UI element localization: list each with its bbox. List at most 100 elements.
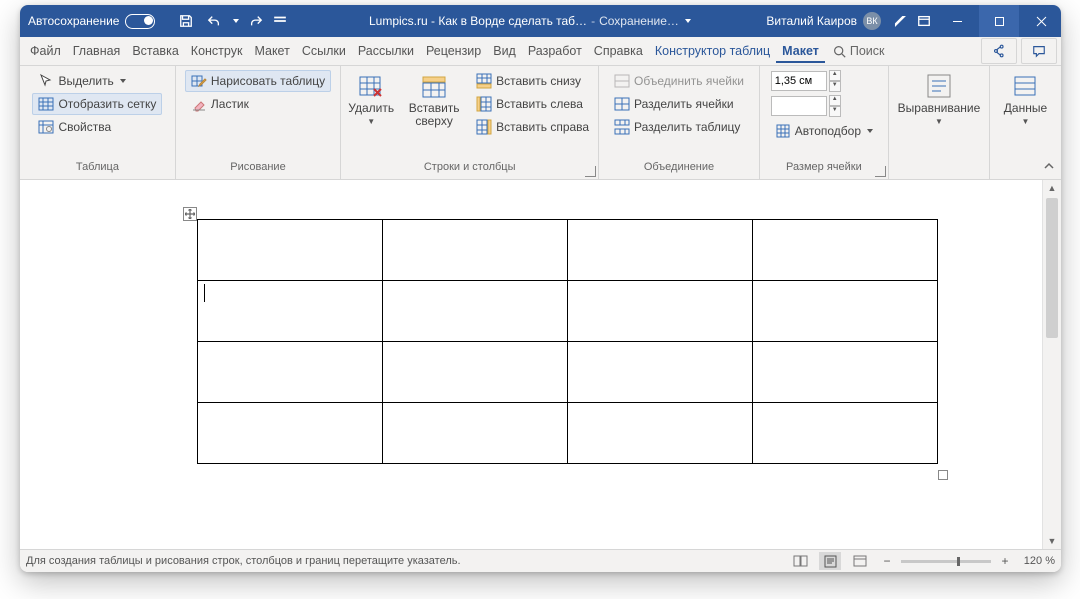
web-layout-icon[interactable] xyxy=(849,552,871,570)
comments-button[interactable] xyxy=(1021,38,1057,64)
tab-insert[interactable]: Вставка xyxy=(126,39,184,63)
scroll-thumb[interactable] xyxy=(1046,198,1058,338)
tab-home[interactable]: Главная xyxy=(67,39,127,63)
tab-layout[interactable]: Макет xyxy=(248,39,295,63)
table-move-handle[interactable] xyxy=(183,207,197,221)
collapse-ribbon-icon[interactable] xyxy=(1041,159,1057,175)
content-table[interactable] xyxy=(197,219,938,464)
alignment-button[interactable]: Выравнивание▼ xyxy=(894,70,985,160)
table-cell[interactable] xyxy=(753,220,938,281)
save-icon[interactable] xyxy=(175,10,197,32)
width-field[interactable] xyxy=(771,96,827,116)
split-table-button[interactable]: Разделить таблицу xyxy=(608,116,750,138)
table-cell[interactable] xyxy=(198,281,383,342)
autosave-toggle[interactable]: Автосохранение xyxy=(20,14,163,29)
undo-dropdown-icon[interactable] xyxy=(233,19,239,23)
read-mode-icon[interactable] xyxy=(789,552,811,570)
zoom-out-button[interactable]: − xyxy=(879,553,895,569)
select-button[interactable]: Выделить xyxy=(32,70,162,92)
avatar[interactable]: ВК xyxy=(863,12,881,30)
tab-review[interactable]: Рецензир xyxy=(420,39,487,63)
draw-mode-icon[interactable] xyxy=(889,10,911,32)
insert-right-button[interactable]: Вставить справа xyxy=(470,116,595,138)
print-layout-icon[interactable] xyxy=(819,552,841,570)
table-cell[interactable] xyxy=(568,403,753,464)
dialog-launcher-icon[interactable] xyxy=(875,166,886,177)
table-cell[interactable] xyxy=(568,281,753,342)
insert-above-icon xyxy=(420,72,448,100)
table-cell[interactable] xyxy=(198,220,383,281)
search-input[interactable]: Поиск xyxy=(825,44,893,58)
scroll-track[interactable] xyxy=(1043,196,1061,533)
title-dropdown-icon[interactable] xyxy=(685,19,691,23)
view-gridlines-button[interactable]: Отобразить сетку xyxy=(32,93,162,115)
draw-table-button[interactable]: Нарисовать таблицу xyxy=(185,70,331,92)
table-cell[interactable] xyxy=(753,281,938,342)
ribbon-tabs: Файл Главная Вставка Конструк Макет Ссыл… xyxy=(20,37,1061,66)
scroll-down-icon[interactable]: ▼ xyxy=(1043,533,1061,549)
table-cell[interactable] xyxy=(383,281,568,342)
eraser-icon xyxy=(191,96,207,112)
tab-table-layout[interactable]: Макет xyxy=(776,39,825,63)
table-cell[interactable] xyxy=(198,403,383,464)
close-button[interactable] xyxy=(1021,5,1061,37)
tab-references[interactable]: Ссылки xyxy=(296,39,352,63)
table-row[interactable] xyxy=(198,342,938,403)
data-button[interactable]: Данные▼ xyxy=(1000,70,1051,160)
delete-table-icon xyxy=(357,72,385,100)
table-row[interactable] xyxy=(198,281,938,342)
minimize-button[interactable] xyxy=(937,5,977,37)
zoom-slider[interactable] xyxy=(901,560,991,563)
spin-down[interactable]: ▼ xyxy=(829,81,841,92)
table-cell[interactable] xyxy=(383,220,568,281)
eraser-button[interactable]: Ластик xyxy=(185,93,331,115)
ribbon-display-icon[interactable] xyxy=(913,10,935,32)
page-canvas[interactable] xyxy=(20,180,1042,549)
spin-up[interactable]: ▲ xyxy=(829,95,841,106)
vertical-scrollbar[interactable]: ▲ ▼ xyxy=(1042,180,1061,549)
tab-table-design[interactable]: Конструктор таблиц xyxy=(649,39,776,63)
table-cell[interactable] xyxy=(753,403,938,464)
table-cell[interactable] xyxy=(568,220,753,281)
share-button[interactable] xyxy=(981,38,1017,64)
split-cells-button[interactable]: Разделить ячейки xyxy=(608,93,750,115)
group-draw: Нарисовать таблицу Ластик Рисование xyxy=(176,66,341,179)
insert-above-button[interactable]: Вставить сверху xyxy=(402,70,466,160)
row-height-input[interactable]: ▲▼ xyxy=(769,70,879,92)
redo-icon[interactable] xyxy=(245,10,267,32)
spin-down[interactable]: ▼ xyxy=(829,106,841,117)
table-resize-handle[interactable] xyxy=(938,470,948,480)
insert-left-button[interactable]: Вставить слева xyxy=(470,93,595,115)
delete-button[interactable]: Удалить▼ xyxy=(344,70,398,160)
zoom-in-button[interactable]: + xyxy=(997,553,1013,569)
pencil-table-icon xyxy=(191,73,207,89)
tab-help[interactable]: Справка xyxy=(588,39,649,63)
properties-button[interactable]: Свойства xyxy=(32,116,162,138)
undo-icon[interactable] xyxy=(203,10,225,32)
column-width-input[interactable]: ▲▼ xyxy=(769,95,879,117)
qat-more-icon[interactable] xyxy=(273,10,287,32)
spin-up[interactable]: ▲ xyxy=(829,70,841,81)
table-row[interactable] xyxy=(198,220,938,281)
group-cell-size: ▲▼ ▲▼ Автоподбор Размер ячейки xyxy=(760,66,889,179)
table-cell[interactable] xyxy=(753,342,938,403)
table-cell[interactable] xyxy=(383,403,568,464)
height-field[interactable] xyxy=(771,71,827,91)
table-cell[interactable] xyxy=(383,342,568,403)
table-cell[interactable] xyxy=(568,342,753,403)
maximize-button[interactable] xyxy=(979,5,1019,37)
autofit-button[interactable]: Автоподбор xyxy=(769,120,879,142)
tab-mailings[interactable]: Рассылки xyxy=(352,39,420,63)
scroll-up-icon[interactable]: ▲ xyxy=(1043,180,1061,196)
tab-view[interactable]: Вид xyxy=(487,39,522,63)
table-row[interactable] xyxy=(198,403,938,464)
table-cell[interactable] xyxy=(198,342,383,403)
tab-developer[interactable]: Разработ xyxy=(522,39,588,63)
tab-file[interactable]: Файл xyxy=(24,39,67,63)
group-merge: Объединить ячейки Разделить ячейки Разде… xyxy=(599,66,760,179)
group-label: Размер ячейки xyxy=(766,160,882,179)
dialog-launcher-icon[interactable] xyxy=(585,166,596,177)
insert-below-button[interactable]: Вставить снизу xyxy=(470,70,595,92)
tab-design[interactable]: Конструк xyxy=(185,39,249,63)
zoom-value[interactable]: 120 % xyxy=(1019,555,1055,567)
